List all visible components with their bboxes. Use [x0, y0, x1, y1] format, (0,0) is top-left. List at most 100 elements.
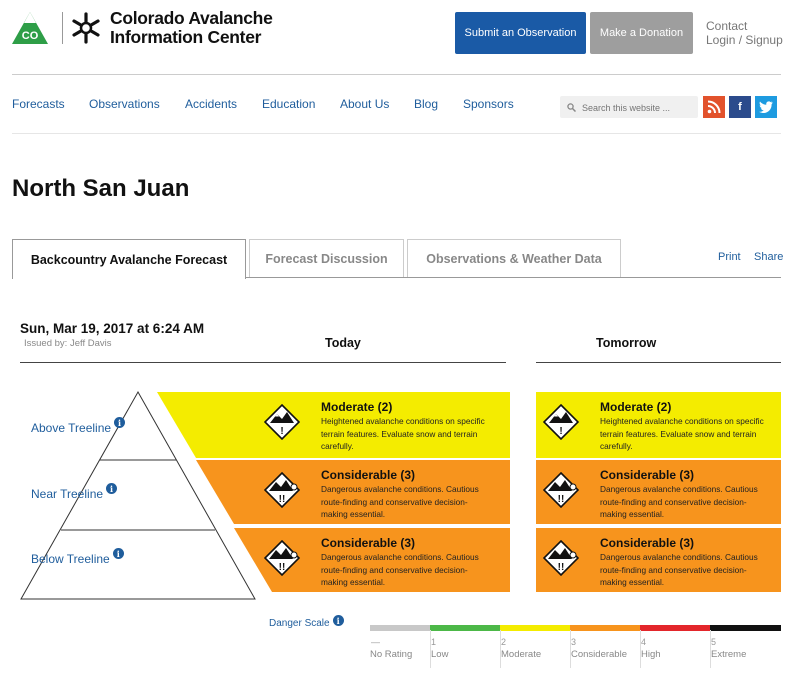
snowflake-icon: [70, 12, 102, 44]
danger-rating: Considerable (3): [321, 536, 416, 550]
svg-text:!: !: [559, 426, 562, 437]
tab-observations-weather[interactable]: Observations & Weather Data: [407, 239, 621, 277]
scale-number: 3: [571, 637, 577, 647]
description-line: Heightened avalanche conditions on speci…: [321, 416, 485, 426]
contact-link[interactable]: Contact: [706, 19, 747, 33]
tab-backcountry-forecast[interactable]: Backcountry Avalanche Forecast: [12, 239, 246, 279]
page-title: North San Juan: [12, 175, 190, 202]
danger-scale-label[interactable]: Danger Scale: [269, 618, 330, 629]
login-link[interactable]: Login: [706, 33, 735, 47]
scale-name: Extreme: [711, 649, 747, 660]
info-icon[interactable]: i: [106, 483, 118, 494]
info-icon[interactable]: i: [332, 615, 344, 626]
svg-text:!!: !!: [558, 562, 565, 573]
today-heading: Today: [325, 336, 361, 350]
nav-education[interactable]: Education: [262, 97, 315, 111]
header-divider: [12, 74, 781, 75]
zone-below-treeline: Below Treeline i: [31, 548, 124, 566]
tomorrow-heading-rule: [536, 362, 781, 363]
tab-forecast-discussion[interactable]: Forecast Discussion: [249, 239, 404, 277]
scale-number: 4: [641, 637, 647, 647]
logo-badge: CO: [22, 30, 39, 42]
description-line: route-finding and conservative decision-: [321, 564, 468, 575]
description-line: Dangerous avalanche conditions. Cautious: [321, 552, 479, 562]
scale-number: 1: [431, 637, 437, 647]
description-line: Dangerous avalanche conditions. Cautious: [600, 484, 758, 494]
nav-about-us[interactable]: About Us: [340, 97, 389, 111]
scale-segment-no-rating: [370, 625, 430, 631]
nav-blog[interactable]: Blog: [414, 97, 438, 111]
considerable-danger-icon: !!: [264, 540, 300, 576]
description-line: making essential.: [600, 577, 665, 587]
signup-link[interactable]: Signup: [745, 33, 782, 47]
moderate-danger-icon: !: [264, 404, 300, 440]
tomorrow-heading: Tomorrow: [596, 336, 657, 350]
nav-accidents[interactable]: Accidents: [185, 97, 237, 111]
twitter-icon[interactable]: [755, 96, 777, 118]
facebook-glyph: f: [738, 101, 742, 113]
description-line: making essential.: [600, 509, 665, 519]
considerable-danger-icon: !!: [543, 540, 579, 576]
danger-rating: Moderate (2): [600, 400, 672, 414]
print-link[interactable]: Print: [718, 251, 741, 263]
zone-above-treeline: Above Treeline i: [31, 417, 126, 435]
search-box[interactable]: [560, 96, 698, 118]
nav-observations[interactable]: Observations: [89, 97, 160, 111]
scale-segment-extreme: [710, 625, 781, 631]
scale-name: Low: [431, 649, 449, 660]
submit-observation-button[interactable]: Submit an Observation: [455, 12, 586, 54]
zone-label: Near Treeline: [31, 487, 104, 501]
scale-name: Moderate: [501, 649, 542, 660]
danger-scale-heading: Danger Scale i: [269, 615, 344, 629]
search-icon: [567, 103, 576, 112]
danger-description: Heightened avalanche conditions on speci…: [321, 415, 485, 453]
org-name[interactable]: Colorado Avalanche Information Center: [110, 9, 273, 47]
description-line: Dangerous avalanche conditions. Cautious: [600, 552, 758, 562]
rss-icon[interactable]: [703, 96, 725, 118]
scale-segment-moderate: [500, 625, 570, 631]
tomorrow-above-rating: ! Moderate (2) Heightened avalanche cond…: [543, 392, 782, 458]
today-heading-rule: [20, 362, 506, 363]
issued-by: Issued by: Jeff Davis: [24, 338, 112, 349]
facebook-icon[interactable]: f: [729, 96, 751, 118]
scale-name: High: [641, 649, 661, 660]
search-input[interactable]: [580, 99, 696, 117]
account-links: Login / Signup: [706, 33, 783, 47]
org-name-line1: Colorado Avalanche: [110, 8, 273, 28]
zone-near-treeline: Near Treeline i: [31, 483, 118, 501]
danger-rating: Considerable (3): [600, 536, 695, 550]
info-icon[interactable]: i: [114, 417, 126, 428]
svg-text:!: !: [280, 426, 283, 437]
description-line: Heightened avalanche conditions on speci…: [600, 416, 764, 426]
danger-rating: Moderate (2): [321, 400, 393, 414]
nav-forecasts[interactable]: Forecasts: [12, 97, 65, 111]
zone-label: Above Treeline: [31, 421, 112, 435]
caic-logo[interactable]: CO: [12, 12, 48, 44]
svg-text:!!: !!: [279, 494, 286, 505]
scale-segment-considerable: [570, 625, 640, 631]
scale-number: —: [371, 637, 380, 647]
description-line: carefully.: [600, 441, 633, 451]
danger-rating: Considerable (3): [600, 468, 695, 482]
today-below-rating: !! Considerable (3) Dangerous avalanche …: [264, 528, 511, 592]
scale-segment-low: [430, 625, 500, 631]
considerable-danger-icon: !!: [264, 472, 300, 508]
moderate-danger-icon: !: [543, 404, 579, 440]
danger-rating: Considerable (3): [321, 468, 416, 482]
make-donation-button[interactable]: Make a Donation: [590, 12, 693, 54]
danger-description: Heightened avalanche conditions on speci…: [600, 415, 764, 453]
scale-number: 5: [711, 637, 717, 647]
description-line: terrain features. Evaluate snow and terr…: [321, 428, 478, 439]
login-separator: /: [738, 33, 743, 47]
description-line: route-finding and conservative decision-: [600, 564, 747, 575]
description-line: terrain features. Evaluate snow and terr…: [600, 428, 757, 439]
share-link[interactable]: Share: [754, 251, 783, 263]
info-icon[interactable]: i: [112, 548, 124, 559]
danger-description: Dangerous avalanche conditions. Cautious…: [600, 551, 758, 589]
nav-sponsors[interactable]: Sponsors: [463, 97, 514, 111]
description-line: making essential.: [321, 509, 386, 519]
logo-divider: [62, 12, 63, 44]
danger-description: Dangerous avalanche conditions. Cautious…: [600, 483, 758, 521]
description-line: carefully.: [321, 441, 354, 451]
description-line: making essential.: [321, 577, 386, 587]
